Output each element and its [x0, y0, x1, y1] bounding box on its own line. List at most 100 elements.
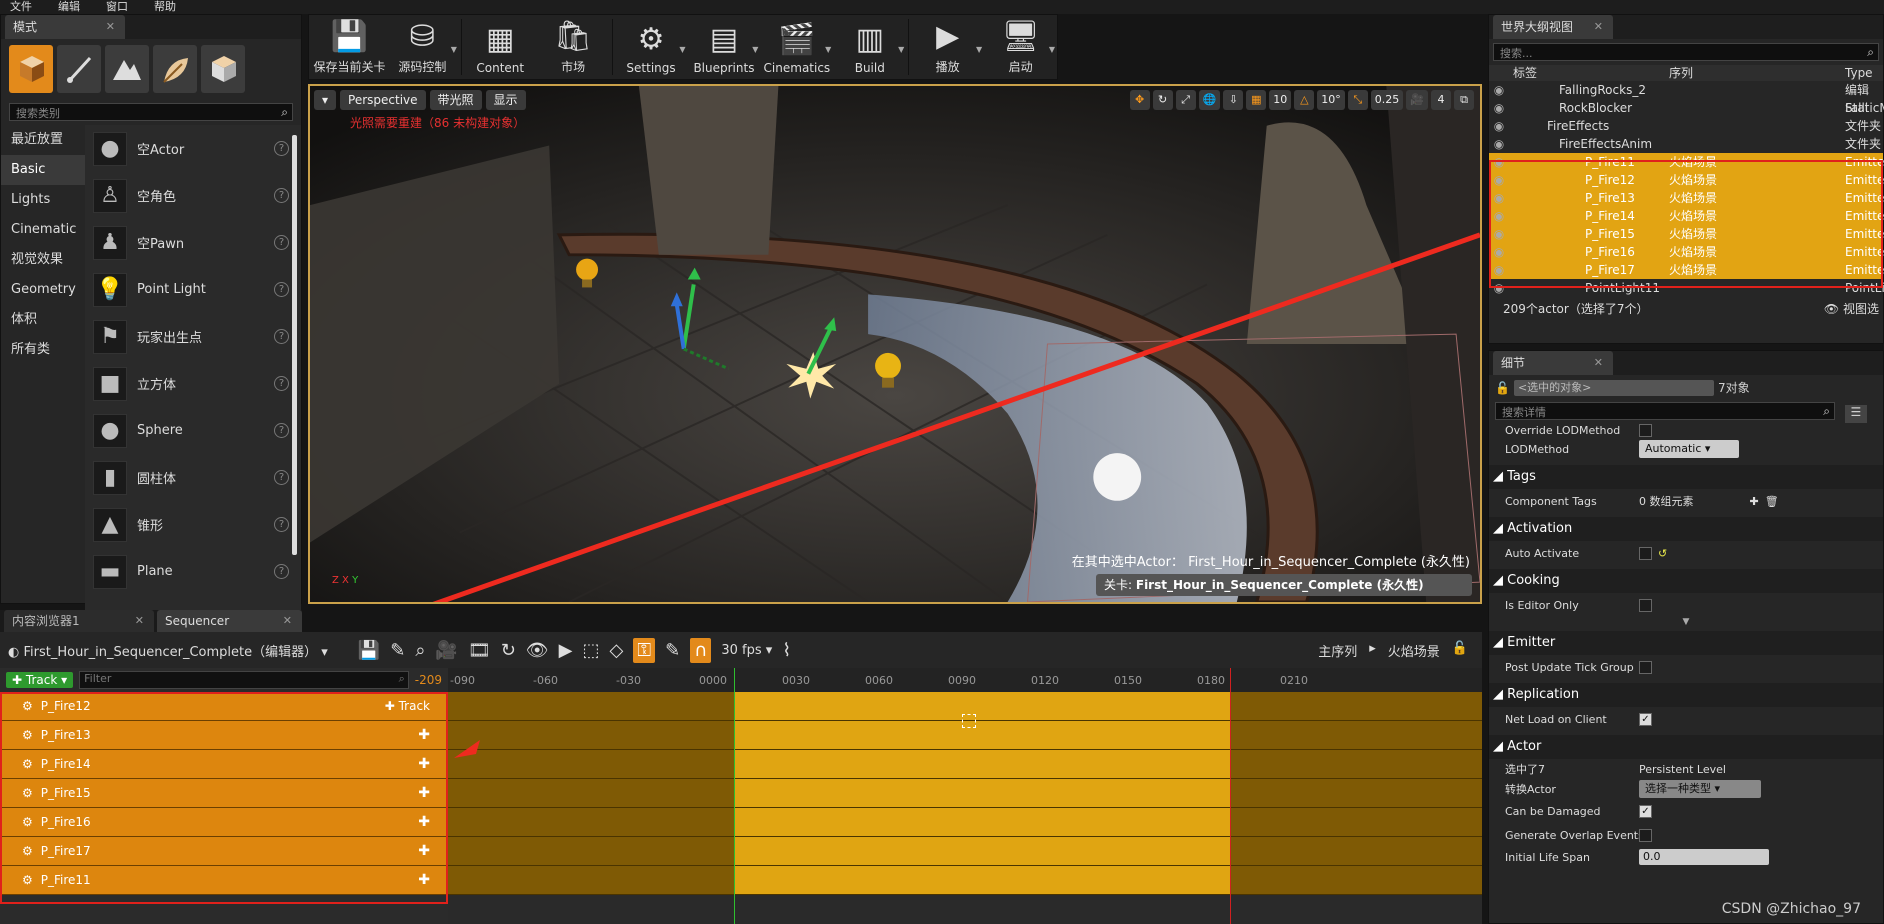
lod-method-dropdown[interactable]: Automatic ▾	[1639, 440, 1739, 458]
category-lights[interactable]: Lights	[1, 185, 85, 215]
scale-icon[interactable]: ⤢	[1175, 90, 1196, 110]
content-button[interactable]: ▦ Content	[464, 15, 537, 79]
close-icon[interactable]: ✕	[135, 614, 144, 627]
outliner-tab[interactable]: 世界大纲视图 ✕	[1493, 15, 1613, 39]
close-icon[interactable]: ✕	[1594, 356, 1603, 369]
sequence-selector[interactable]: ◐ First_Hour_in_Sequencer_Complete（编辑器） …	[8, 641, 328, 660]
section-tags[interactable]: ◢ Tags	[1489, 465, 1883, 489]
chevron-down-icon[interactable]: ▼	[1049, 45, 1055, 54]
section-emitter[interactable]: ◢ Emitter	[1489, 631, 1883, 655]
level-viewport[interactable]: ▾ Perspective 带光照 显示 ✥ ↻ ⤢ 🌐 ⇩ ▦ 10 △ 10…	[308, 84, 1482, 604]
eye-icon[interactable]: 👁	[526, 640, 549, 661]
outliner-row[interactable]: ◉ FireEffects 文件夹	[1489, 117, 1883, 135]
active-range[interactable]	[734, 779, 1230, 807]
eye-icon[interactable]: ◉	[1489, 117, 1509, 135]
category-recent[interactable]: 最近放置	[1, 125, 85, 155]
outliner-row[interactable]: ◉ FallingRocks_2 编辑Falli	[1489, 81, 1883, 115]
start-marker[interactable]	[734, 668, 735, 924]
close-icon[interactable]: ✕	[1594, 20, 1603, 33]
maximize-icon[interactable]: ⧉	[1454, 90, 1474, 110]
view-options-button[interactable]: 👁 视图选	[1824, 297, 1879, 321]
perspective-button[interactable]: Perspective	[340, 90, 426, 110]
can-be-damaged-checkbox[interactable]: ✓	[1639, 804, 1652, 818]
active-range[interactable]	[734, 750, 1230, 778]
track-lane[interactable]	[448, 779, 1482, 808]
settings-button[interactable]: ⚙ Settings ▼	[615, 15, 688, 79]
time-ruler[interactable]: -090 -060 -030 0000 0030 0060 0090 0120 0150 0180…	[448, 668, 1482, 692]
convert-actor-dropdown[interactable]: 选择一种类型 ▾	[1639, 780, 1761, 798]
auto-activate-checkbox[interactable]	[1639, 546, 1652, 560]
place-mode-button[interactable]	[9, 45, 53, 93]
placeable-item[interactable]: ● Sphere?	[85, 407, 301, 454]
expand-advanced-icon[interactable]: ▼	[1489, 617, 1883, 627]
search-icon[interactable]: ⌕	[415, 640, 425, 661]
column-type[interactable]: Type	[1845, 65, 1873, 81]
details-tab[interactable]: 细节 ✕	[1493, 351, 1613, 375]
playback-icon[interactable]: ▶	[559, 640, 573, 661]
paint-mode-button[interactable]	[57, 45, 101, 93]
camera-speed-value[interactable]: 4	[1431, 90, 1451, 110]
edit-icon[interactable]: ✎	[665, 640, 680, 661]
eye-icon[interactable]: ◉	[1489, 135, 1509, 153]
tab-content-browser[interactable]: 内容浏览器1 ✕	[4, 610, 154, 632]
help-icon[interactable]: ?	[274, 517, 289, 532]
geometry-mode-button[interactable]	[201, 45, 245, 93]
grid-snap-icon[interactable]: ▦	[1246, 90, 1267, 110]
chevron-down-icon[interactable]: ▼	[679, 45, 685, 54]
chevron-down-icon[interactable]: ▼	[752, 45, 758, 54]
post-update-checkbox[interactable]	[1639, 660, 1652, 674]
details-search-input[interactable]: 搜索详情 ⌕	[1495, 402, 1835, 420]
translate-icon[interactable]: ✥	[1129, 90, 1150, 110]
is-editor-only-checkbox[interactable]	[1639, 598, 1652, 612]
render-movie-icon[interactable]: 🎞	[468, 640, 491, 661]
reset-icon[interactable]: ↺	[1658, 547, 1667, 560]
net-load-checkbox[interactable]: ✓	[1639, 712, 1652, 726]
scrollbar[interactable]	[292, 135, 297, 555]
foliage-mode-button[interactable]	[153, 45, 197, 93]
category-geometry[interactable]: Geometry	[1, 275, 85, 305]
launch-button[interactable]: 🖥 启动 ▼	[984, 15, 1057, 79]
track-lane[interactable]	[448, 750, 1482, 779]
blueprints-button[interactable]: ▤ Blueprints ▼	[687, 15, 760, 79]
rotate-icon[interactable]: ↻	[1152, 90, 1173, 110]
sequencer-timeline[interactable]: -090 -060 -030 0000 0030 0060 0090 0120 0150 0180…	[448, 668, 1482, 924]
active-range[interactable]	[734, 837, 1230, 865]
snap-magnet-icon[interactable]: ∩	[690, 637, 712, 663]
surface-snap-icon[interactable]: ⇩	[1223, 90, 1244, 110]
menu-help[interactable]: 帮助	[154, 0, 176, 14]
breadcrumb-master[interactable]: 主序列	[1318, 641, 1357, 660]
camera-icon[interactable]: 🎥	[435, 640, 457, 661]
curve-icon[interactable]: ⌇	[782, 640, 791, 661]
section-cooking[interactable]: ◢ Cooking	[1489, 569, 1883, 593]
active-range[interactable]	[734, 692, 1230, 720]
marketplace-button[interactable]: 🛍 市场	[537, 15, 610, 79]
close-icon[interactable]: ✕	[283, 614, 292, 627]
help-icon[interactable]: ?	[274, 188, 289, 203]
selection-icon[interactable]: ⬚	[583, 640, 600, 661]
world-local-icon[interactable]: 🌐	[1198, 90, 1221, 110]
placeable-item[interactable]: ♙ 空角色?	[85, 172, 301, 219]
end-marker[interactable]	[1230, 668, 1231, 924]
selected-objects-field[interactable]: <选中的对象>	[1513, 379, 1714, 396]
help-icon[interactable]: ?	[274, 376, 289, 391]
scale-snap-icon[interactable]: ⤡	[1347, 90, 1368, 110]
placeable-item[interactable]: ● 空Actor?	[85, 125, 301, 172]
fps-dropdown[interactable]: 30 fps ▾	[721, 643, 772, 658]
rotation-snap-value[interactable]: 10°	[1317, 90, 1345, 110]
chevron-down-icon[interactable]: ▼	[825, 45, 831, 54]
category-all-classes[interactable]: 所有类	[1, 335, 85, 365]
active-range[interactable]	[734, 808, 1230, 836]
play-button[interactable]: ▶ 播放 ▼	[911, 15, 984, 79]
help-icon[interactable]: ?	[274, 235, 289, 250]
outliner-row[interactable]: ◉ RockBlocker StaticMes	[1489, 99, 1884, 117]
save-as-icon[interactable]: ✎	[390, 640, 405, 661]
lock-icon[interactable]: 🔓	[1495, 381, 1510, 395]
placeable-item[interactable]: 💡 Point Light?	[85, 266, 301, 313]
save-icon[interactable]: 💾	[358, 640, 380, 661]
landscape-mode-button[interactable]	[105, 45, 149, 93]
outliner-row[interactable]: ◉ FireEffectsAnim 文件夹	[1489, 135, 1883, 153]
cinematics-button[interactable]: 🎬 Cinematics ▼	[760, 15, 833, 79]
menu-file[interactable]: 文件	[10, 0, 32, 14]
help-icon[interactable]: ?	[274, 470, 289, 485]
track-lane[interactable]	[448, 808, 1482, 837]
